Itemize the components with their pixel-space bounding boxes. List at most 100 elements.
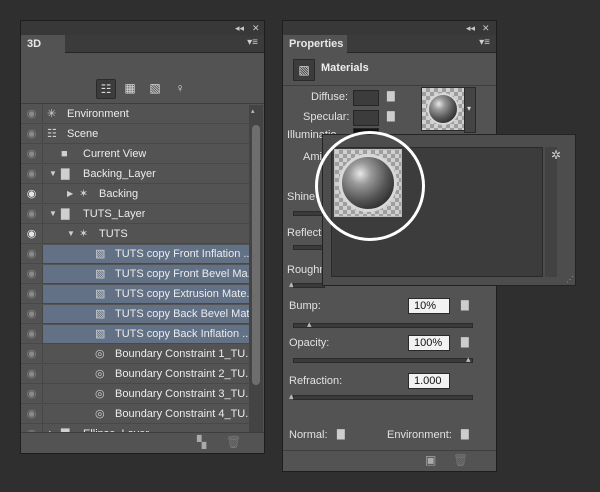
- tree-row-material[interactable]: ◉ ▧ TUTS copy Back Inflation ...: [21, 325, 249, 344]
- tree-row-current-view[interactable]: ◉ ■ Current View: [21, 145, 249, 164]
- tree-row-environment[interactable]: ◉ ✳ Environment: [21, 105, 249, 124]
- twist-open-icon[interactable]: ▼: [49, 205, 57, 223]
- tree-row-tuts[interactable]: ◉ ▼ ✶ TUTS: [21, 225, 249, 244]
- twist-open-icon[interactable]: ▼: [49, 165, 57, 183]
- scroll-up-icon[interactable]: ▴: [251, 107, 255, 115]
- tab-3d[interactable]: 3D: [21, 35, 65, 53]
- opacity-field[interactable]: 100%: [408, 335, 450, 351]
- refraction-slider-handle[interactable]: ▴: [289, 391, 294, 402]
- picker-scrollbar[interactable]: [545, 147, 557, 277]
- twist-open-icon[interactable]: ▼: [67, 225, 75, 243]
- visibility-eye-icon[interactable]: ◉: [21, 325, 43, 344]
- render-settings-icon[interactable]: ▣: [425, 453, 436, 467]
- refraction-slider[interactable]: [293, 395, 473, 400]
- visibility-eye-icon[interactable]: ◉: [21, 165, 43, 184]
- panel-3d-titlebar: ◂◂ ✕: [21, 21, 264, 35]
- light-filter-button[interactable]: ♀: [171, 79, 189, 97]
- visibility-eye-icon[interactable]: ◉: [21, 105, 43, 124]
- panel-menu-icon[interactable]: ▾≡: [247, 37, 258, 48]
- material-picker-dropdown[interactable]: ▾: [464, 87, 476, 133]
- visibility-eye-icon[interactable]: ◉: [21, 385, 43, 404]
- visibility-eye-icon[interactable]: ◉: [21, 345, 43, 364]
- roughness-slider[interactable]: [293, 283, 325, 288]
- scene-icon: ☷: [47, 128, 57, 140]
- properties-tabbar: Properties ▾≡: [283, 35, 496, 53]
- shine-label: Shine: [287, 191, 316, 203]
- visibility-eye-icon[interactable]: ◉: [21, 405, 43, 424]
- tree-row-scene[interactable]: ◉ ☷ Scene: [21, 125, 249, 144]
- close-icon[interactable]: ✕: [482, 21, 490, 35]
- opacity-slider-handle[interactable]: ▴: [466, 354, 471, 365]
- specular-texture-folder-icon[interactable]: ▇: [387, 111, 395, 122]
- gear-icon[interactable]: ✲: [551, 148, 561, 162]
- panel-menu-icon[interactable]: ▾≡: [479, 37, 490, 48]
- tree-row-material[interactable]: ◉ ▧ TUTS copy Extrusion Mate...: [21, 285, 249, 304]
- tree-row-constraint[interactable]: ◉ ◎ Boundary Constraint 3_TU...: [21, 385, 249, 404]
- roughness-slider-handle[interactable]: ▴: [289, 279, 294, 290]
- row-label: TUTS copy Back Bevel Mat...: [115, 308, 249, 320]
- visibility-eye-icon[interactable]: ◉: [21, 205, 43, 224]
- row-content: ▧ TUTS copy Front Inflation ...: [43, 245, 249, 263]
- row-content: ▧ TUTS copy Back Bevel Mat...: [43, 305, 249, 323]
- tree-row-material[interactable]: ◉ ▧ TUTS copy Front Inflation ...: [21, 245, 249, 264]
- tree-row-constraint[interactable]: ◉ ◎ Boundary Constraint 2_TU...: [21, 365, 249, 384]
- visibility-eye-icon[interactable]: ◉: [21, 365, 43, 384]
- shine-slider[interactable]: [293, 211, 325, 216]
- opacity-label: Opacity:: [289, 337, 330, 349]
- bump-field[interactable]: 10%: [408, 298, 450, 314]
- visibility-eye-icon[interactable]: ◉: [21, 185, 43, 204]
- resize-grip-icon[interactable]: ⋰: [566, 275, 574, 284]
- material-ball-icon: [339, 154, 397, 212]
- row-label: Environment: [67, 108, 129, 120]
- visibility-eye-icon[interactable]: ◉: [21, 145, 43, 164]
- material-filter-button[interactable]: ▧: [146, 79, 164, 97]
- visibility-eye-icon[interactable]: ◉: [21, 285, 43, 304]
- tree-row-backing[interactable]: ◉ ▶ ✶ Backing: [21, 185, 249, 204]
- tree-row-material[interactable]: ◉ ▧ TUTS copy Front Bevel Ma...: [21, 265, 249, 284]
- row-content: ▧ TUTS copy Extrusion Mate...: [43, 285, 249, 303]
- row-content: ▼ ✶ TUTS: [43, 225, 249, 243]
- visibility-eye-icon[interactable]: ◉: [21, 225, 43, 244]
- tree-row-material[interactable]: ◉ ▧ TUTS copy Back Bevel Mat...: [21, 305, 249, 324]
- scroll-thumb[interactable]: [252, 125, 260, 385]
- collapse-icon[interactable]: ◂◂: [466, 21, 475, 35]
- tree-row-tuts-layer[interactable]: ◉ ▼ ▇ TUTS_Layer: [21, 205, 249, 224]
- tree-row-backing-layer[interactable]: ◉ ▼ ▇ Backing_Layer: [21, 165, 249, 184]
- reflection-slider[interactable]: [293, 245, 325, 250]
- scene-tree-scrollbar[interactable]: ▴ ▾: [249, 105, 263, 445]
- bump-texture-folder-icon[interactable]: ▇: [461, 300, 469, 311]
- refraction-field[interactable]: 1.000: [408, 373, 450, 389]
- material-preset-thumbnail[interactable]: [334, 149, 402, 217]
- close-icon[interactable]: ✕: [252, 21, 260, 35]
- tab-properties[interactable]: Properties: [283, 35, 347, 53]
- visibility-eye-icon[interactable]: ◉: [21, 265, 43, 284]
- trash-icon[interactable]: 🗑: [453, 453, 468, 467]
- mesh-filter-button[interactable]: ▦: [121, 79, 139, 97]
- row-content: ◎ Boundary Constraint 2_TU...: [43, 365, 249, 383]
- environment-icon: ✳: [47, 108, 57, 120]
- row-content: ▧ TUTS copy Front Bevel Ma...: [43, 265, 249, 283]
- diffuse-swatch[interactable]: [353, 90, 379, 106]
- trash-icon[interactable]: 🗑: [226, 435, 241, 449]
- visibility-eye-icon[interactable]: ◉: [21, 305, 43, 324]
- material-thumbnail[interactable]: [421, 87, 465, 131]
- row-label: TUTS: [99, 228, 128, 240]
- opacity-slider[interactable]: [293, 358, 473, 363]
- visibility-eye-icon[interactable]: ◉: [21, 245, 43, 264]
- specular-swatch[interactable]: [353, 110, 379, 126]
- twist-closed-icon[interactable]: ▶: [67, 185, 73, 203]
- tree-row-constraint[interactable]: ◉ ◎ Boundary Constraint 4_TU...: [21, 405, 249, 424]
- diffuse-texture-folder-icon[interactable]: ▇: [387, 91, 395, 102]
- bump-slider-handle[interactable]: ▴: [307, 319, 312, 330]
- properties-footer: ▣ 🗑: [283, 450, 496, 471]
- collapse-icon[interactable]: ◂◂: [235, 21, 244, 35]
- row-content: ☷ Scene: [43, 125, 249, 143]
- visibility-eye-icon[interactable]: ◉: [21, 125, 43, 144]
- tree-row-constraint[interactable]: ◉ ◎ Boundary Constraint 1_TU...: [21, 345, 249, 364]
- bump-slider[interactable]: [293, 323, 473, 328]
- scene-filter-button[interactable]: ☷: [96, 79, 116, 99]
- normal-texture-folder-icon[interactable]: ▇: [337, 429, 345, 440]
- opacity-texture-folder-icon[interactable]: ▇: [461, 337, 469, 348]
- add-light-icon[interactable]: ▚: [197, 435, 206, 449]
- environment-texture-folder-icon[interactable]: ▇: [461, 429, 469, 440]
